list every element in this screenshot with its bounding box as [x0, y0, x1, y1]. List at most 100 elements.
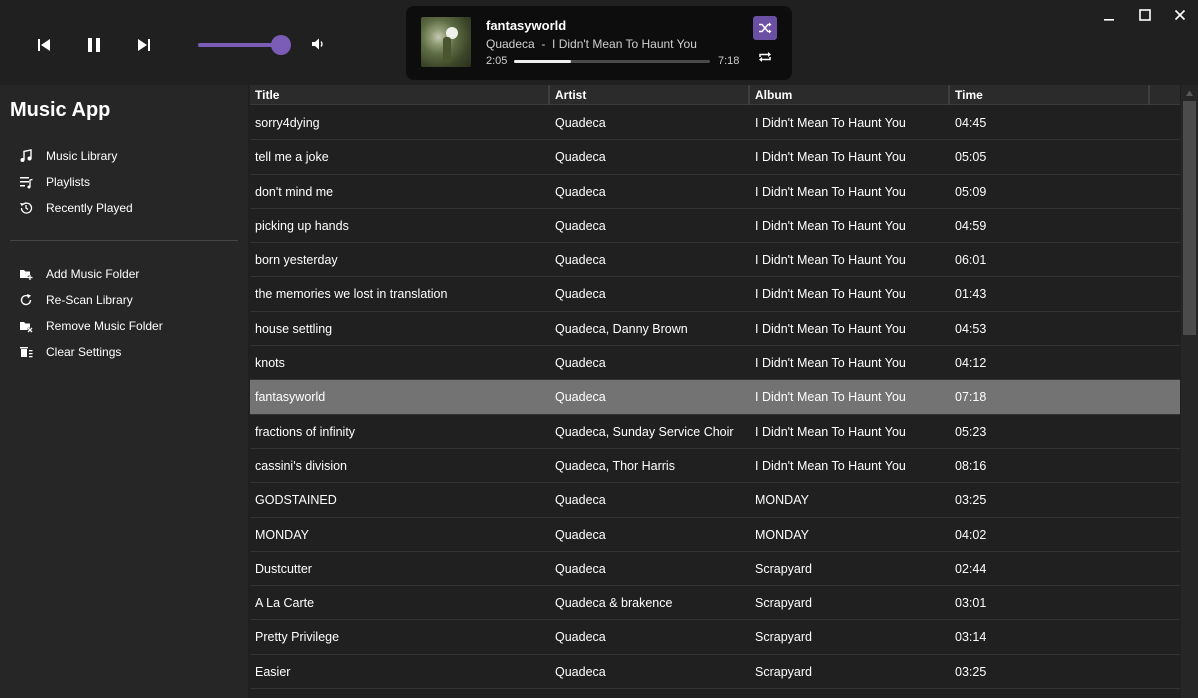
track-table: Title Artist Album Time sorry4dying Quade…	[250, 85, 1180, 698]
folder-remove-icon	[18, 318, 34, 334]
volume-fill	[198, 43, 281, 47]
column-header-time[interactable]: Time	[950, 85, 1150, 105]
sidebar-item-recently-played[interactable]: Recently Played	[18, 198, 133, 218]
repeat-button[interactable]	[755, 47, 775, 67]
close-button[interactable]	[1170, 5, 1190, 25]
cell-title: don't mind me	[255, 184, 334, 199]
rescan-library-button[interactable]: Re-Scan Library	[18, 290, 133, 310]
sidebar-item-label: Music Library	[46, 149, 118, 163]
table-row[interactable]: MONDAY Quadeca MONDAY 04:02	[250, 518, 1180, 552]
scroll-up-icon[interactable]	[1185, 89, 1194, 98]
sidebar: Music App Music Library Playlists Recent…	[0, 85, 248, 698]
table-row[interactable]: Dustcutter Quadeca Scrapyard 02:44	[250, 552, 1180, 587]
cell-artist: Quadeca	[555, 116, 606, 130]
cell-title: cassini's division	[255, 458, 348, 473]
table-row[interactable]: knots Quadeca I Didn't Mean To Haunt You 04…	[250, 346, 1180, 381]
table-row[interactable]: sorry4dying Quadeca I Didn't Mean To Haunt…	[250, 106, 1180, 141]
cell-time: 04:12	[955, 356, 987, 371]
cell-artist: Quadeca	[555, 561, 606, 576]
cell-album: Scrapyard	[755, 596, 812, 611]
scrollbar-thumb[interactable]	[1183, 101, 1196, 335]
cell-title: Easier	[255, 664, 291, 679]
shuffle-button[interactable]	[753, 16, 777, 40]
previous-track-button[interactable]	[32, 33, 56, 57]
cell-album: Scrapyard	[755, 664, 812, 679]
player-bar: fantasyworld Quadeca - I Didn't Mean To …	[0, 0, 1198, 85]
cell-artist: Quadeca	[555, 493, 606, 508]
table-row[interactable]: the memories we lost in translation Quade…	[250, 277, 1180, 312]
cell-time: 07:18	[955, 390, 987, 405]
seek-bar[interactable]	[514, 60, 710, 63]
minimize-button[interactable]	[1099, 5, 1119, 25]
pause-button[interactable]	[82, 33, 106, 57]
cell-title: Pretty Privilege	[255, 630, 340, 645]
table-row[interactable]: born yesterday Quadeca I Didn't Mean To Ha…	[250, 243, 1180, 278]
cell-time: 08:16	[955, 458, 987, 473]
clear-settings-button[interactable]: Clear Settings	[18, 342, 121, 362]
column-header-artist[interactable]: Artist	[550, 85, 750, 105]
shuffle-icon	[759, 22, 772, 34]
cell-title	[255, 689, 545, 698]
folder-add-icon	[18, 266, 34, 282]
cell-title: sorry4dying	[255, 116, 320, 130]
table-row[interactable]: Easier Quadeca Scrapyard 03:25	[250, 655, 1180, 690]
sidebar-divider	[10, 240, 238, 241]
table-row[interactable]: don't mind me Quadeca I Didn't Mean To Hau…	[250, 175, 1180, 209]
volume-thumb[interactable]	[270, 35, 291, 55]
cell-album: I Didn't Mean To Haunt You	[755, 253, 906, 268]
app-title: Music App	[10, 99, 111, 121]
cell-album: I Didn't Mean To Haunt You	[755, 321, 906, 336]
column-header-album[interactable]: Album	[750, 85, 950, 105]
volume-button[interactable]	[310, 36, 328, 54]
cell-artist: Quadeca, Thor Harris	[555, 458, 675, 473]
delete-icon	[18, 344, 34, 360]
column-header-title[interactable]: Title	[250, 85, 550, 105]
table-row[interactable]: cassini's division Quadeca, Thor Harris I …	[250, 449, 1180, 484]
skip-previous-icon	[38, 39, 50, 51]
sidebar-item-playlists[interactable]: Playlists	[18, 172, 90, 192]
elapsed-time: 2:05	[486, 55, 508, 67]
cell-time: 05:23	[955, 424, 987, 439]
cell-artist: Quadeca	[555, 253, 606, 268]
refresh-icon	[18, 292, 34, 308]
now-playing-card: fantasyworld Quadeca - I Didn't Mean To …	[406, 6, 792, 80]
now-playing-title: fantasyworld	[486, 18, 567, 33]
cell-time: 03:25	[955, 493, 987, 508]
maximize-icon	[1139, 9, 1151, 21]
cell-album: MONDAY	[755, 493, 809, 508]
vertical-scrollbar[interactable]	[1181, 85, 1198, 698]
table-body: sorry4dying Quadeca I Didn't Mean To Haunt…	[250, 106, 1180, 698]
cell-time: 04:53	[955, 321, 987, 336]
table-row[interactable]: house settling Quadeca, Danny Brown I Didn…	[250, 312, 1180, 347]
cell-album: I Didn't Mean To Haunt You	[755, 116, 906, 130]
add-music-folder-button[interactable]: Add Music Folder	[18, 264, 139, 284]
close-icon	[1174, 9, 1186, 21]
sidebar-item-label: Recently Played	[46, 201, 133, 215]
minimize-icon	[1104, 19, 1114, 21]
table-row[interactable]: Pretty Privilege Quadeca Scrapyard 03:14	[250, 620, 1180, 655]
table-header: Title Artist Album Time	[250, 85, 1180, 105]
cell-artist: Quadeca, Danny Brown	[555, 321, 688, 336]
table-row[interactable]: fractions of infinity Quadeca, Sunday Ser…	[250, 415, 1180, 449]
table-row[interactable]	[250, 689, 1180, 698]
volume-slider[interactable]	[198, 35, 291, 55]
table-row[interactable]: tell me a joke Quadeca I Didn't Mean To Ha…	[250, 140, 1180, 175]
table-row[interactable]: picking up hands Quadeca I Didn't Mean To …	[250, 209, 1180, 244]
cell-time: 01:43	[955, 287, 987, 302]
table-row[interactable]: A La Carte Quadeca & brakence Scrapyard 03:…	[250, 586, 1180, 621]
cell-title: GODSTAINED	[255, 493, 337, 508]
maximize-button[interactable]	[1135, 5, 1155, 25]
remove-music-folder-button[interactable]: Remove Music Folder	[18, 316, 163, 336]
table-row[interactable]: GODSTAINED Quadeca MONDAY 03:25	[250, 483, 1180, 518]
cell-album: I Didn't Mean To Haunt You	[755, 458, 906, 473]
cell-artist: Quadeca	[555, 287, 606, 302]
cell-title: fractions of infinity	[255, 424, 356, 439]
pause-icon	[88, 38, 100, 52]
sidebar-item-music-library[interactable]: Music Library	[18, 146, 117, 166]
cell-album: I Didn't Mean To Haunt You	[755, 356, 906, 371]
cell-album: I Didn't Mean To Haunt You	[755, 390, 906, 405]
next-track-button[interactable]	[132, 33, 156, 57]
table-row[interactable]: fantasyworld Quadeca I Didn't Mean To Haun…	[250, 380, 1180, 415]
cell-time	[955, 689, 1055, 698]
cell-artist: Quadeca	[555, 184, 606, 199]
